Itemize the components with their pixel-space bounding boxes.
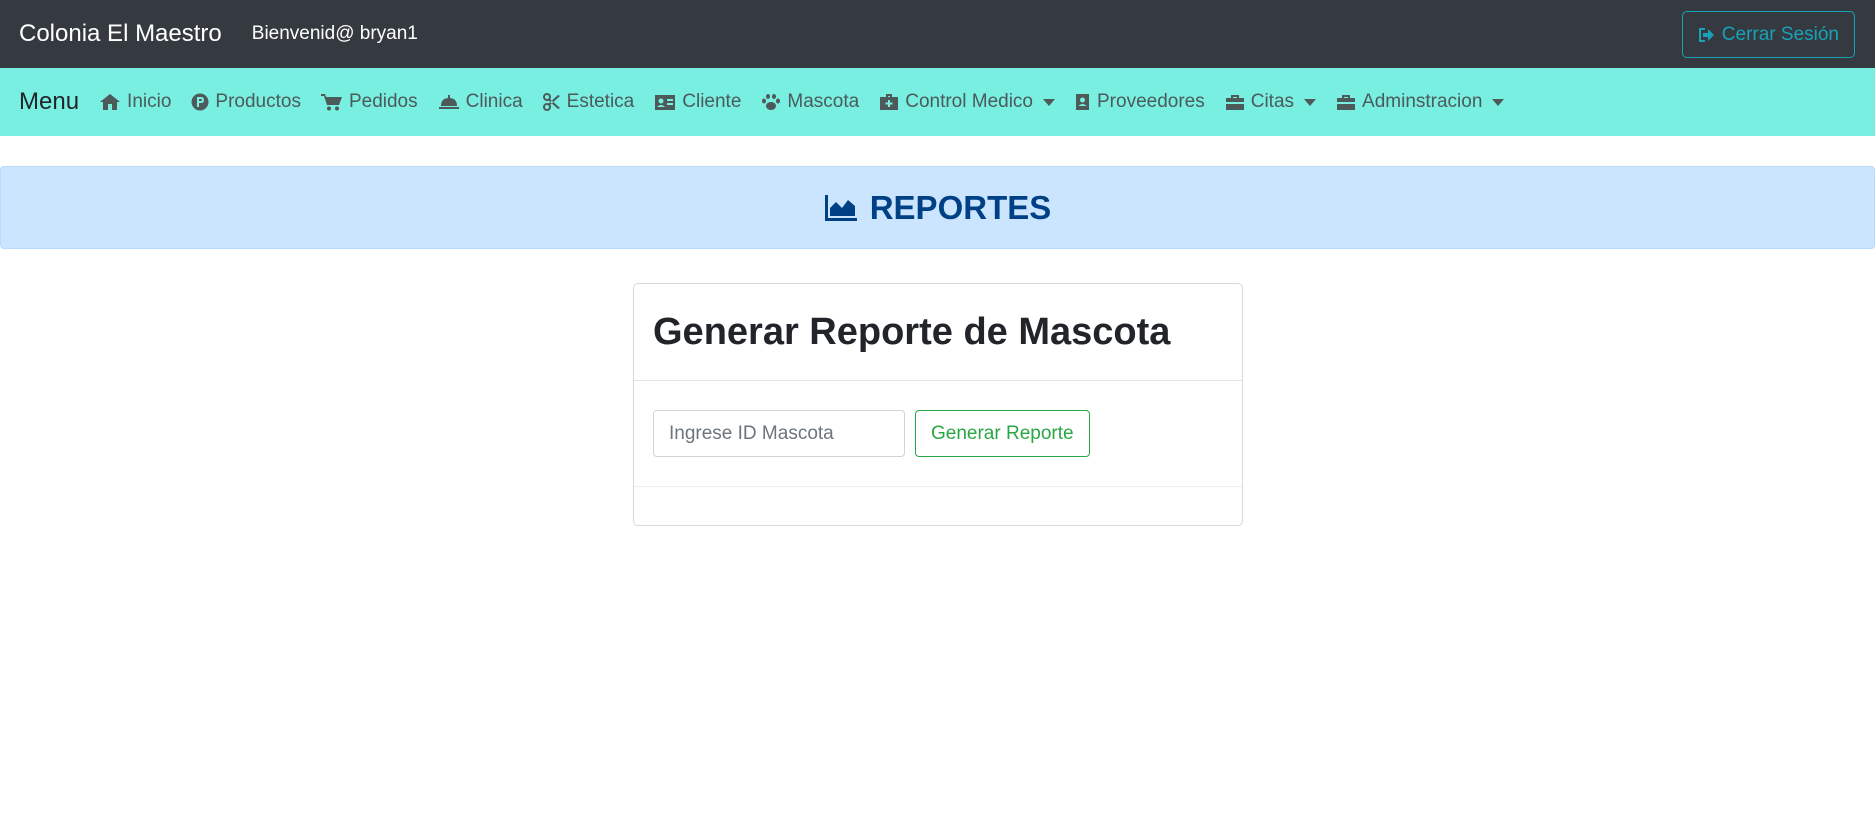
home-icon [100, 94, 121, 110]
sign-out-icon [1698, 27, 1714, 42]
nav-item-label: Pedidos [348, 91, 418, 112]
pet-id-input[interactable] [653, 410, 905, 457]
nav-item-label: Cliente [682, 91, 742, 112]
report-card: Generar Reporte de Mascota Generar Repor… [633, 283, 1243, 526]
brand-title[interactable]: Colonia El Maestro [19, 20, 222, 48]
nav-item-citas[interactable]: Citas [1215, 68, 1326, 136]
chevron-down-icon [1304, 98, 1317, 106]
nav-item-label: Estetica [566, 91, 635, 112]
card-body: Generar Reporte [634, 381, 1242, 487]
cart-icon [320, 94, 342, 111]
product-p-icon [191, 93, 209, 111]
main-navbar: Menu Inicio Productos Pedidos Clinica Es… [0, 68, 1875, 136]
paw-icon [762, 94, 781, 110]
nav-item-label: Proveedores [1097, 91, 1205, 112]
nav-item-mascota[interactable]: Mascota [751, 68, 869, 136]
nav-item-pedidos[interactable]: Pedidos [311, 68, 428, 136]
nav-item-label: Citas [1250, 91, 1295, 112]
bell-icon [438, 95, 459, 109]
nav-item-control-medico[interactable]: Control Medico [869, 68, 1065, 136]
nav-item-label: Inicio [127, 91, 172, 112]
banner-title-text: REPORTES [869, 188, 1052, 226]
nav-item-proveedores[interactable]: Proveedores [1065, 68, 1215, 136]
banner-heading: REPORTES [824, 188, 1052, 227]
nav-item-inicio[interactable]: Inicio [89, 68, 181, 136]
logout-label: Cerrar Sesión [1721, 23, 1839, 45]
top-bar: Colonia El Maestro Bienvenid@ bryan1 Cer… [0, 0, 1875, 68]
area-chart-icon [824, 194, 857, 221]
scissors-icon [542, 93, 560, 111]
logout-button[interactable]: Cerrar Sesión [1681, 11, 1855, 58]
nav-item-label: Clinica [465, 91, 523, 112]
chevron-down-icon [1492, 98, 1505, 106]
toolbox-icon [1225, 95, 1244, 110]
card-footer [634, 487, 1242, 525]
nav-item-label: Control Medico [905, 91, 1033, 112]
nav-item-label: Adminstracion [1362, 91, 1483, 112]
card-header: Generar Reporte de Mascota [634, 284, 1242, 381]
generate-report-button[interactable]: Generar Reporte [915, 410, 1090, 457]
card-title: Generar Reporte de Mascota [653, 310, 1171, 353]
chevron-down-icon [1043, 98, 1055, 106]
nav-item-label: Mascota [787, 91, 860, 112]
nav-item-estetica[interactable]: Estetica [533, 68, 645, 136]
toolbox-icon [1337, 95, 1356, 110]
nav-item-adminstracion[interactable]: Adminstracion [1326, 68, 1514, 136]
reportes-banner: REPORTES [0, 166, 1875, 249]
nav-item-productos[interactable]: Productos [181, 68, 311, 136]
menu-label: Menu [19, 88, 80, 115]
nav-item-cliente[interactable]: Cliente [644, 68, 751, 136]
nav-item-clinica[interactable]: Clinica [428, 68, 533, 136]
welcome-text: Bienvenid@ bryan1 [251, 23, 418, 44]
id-card-icon [655, 94, 676, 110]
address-book-icon [1076, 94, 1089, 110]
medkit-icon [880, 94, 899, 110]
nav-item-label: Productos [215, 91, 301, 112]
